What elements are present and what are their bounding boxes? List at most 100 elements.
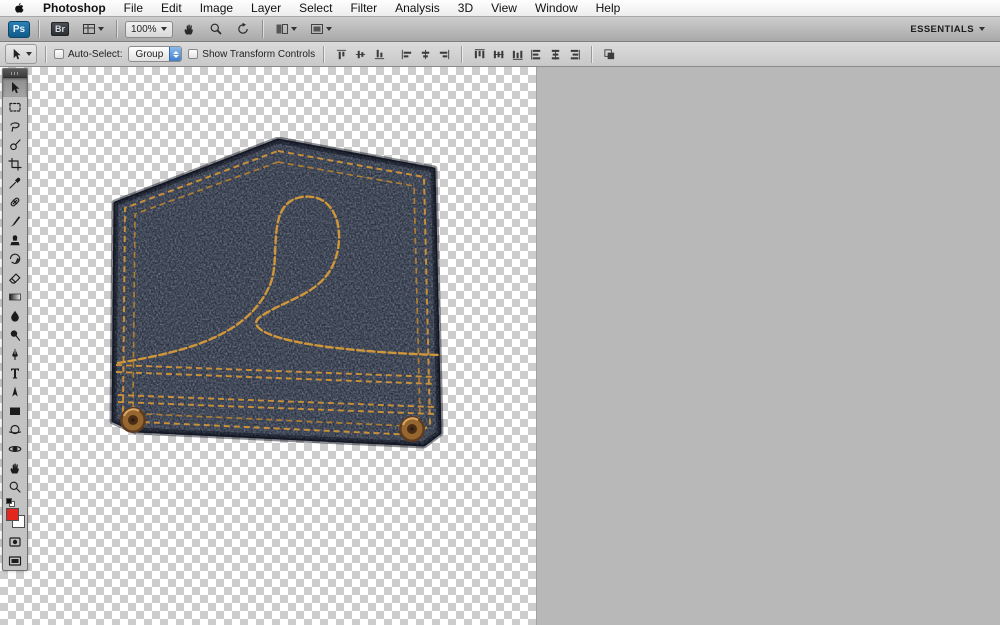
screen-mode-button[interactable] [306,20,336,38]
menu-photoshop[interactable]: Photoshop [34,0,115,17]
auto-align-layers-button[interactable] [600,45,618,63]
pen-tool[interactable] [3,344,27,363]
workspace-switcher-button[interactable]: ESSENTIALS [903,20,992,38]
history-brush-tool[interactable] [3,249,27,268]
zoom-tool[interactable] [3,477,27,496]
screen-mode-toggle-button[interactable] [3,551,27,570]
align-right-edges-button[interactable] [435,45,453,63]
distribute-vertical-centers-icon [492,48,505,61]
magnifier-icon [209,22,223,36]
dodge-tool[interactable] [3,325,27,344]
menu-analysis[interactable]: Analysis [386,0,449,17]
brush-icon [8,214,22,228]
apple-menu[interactable] [0,2,34,15]
menu-edit[interactable]: Edit [152,0,191,17]
brush-tool[interactable] [3,211,27,230]
show-transform-controls-checkbox[interactable] [188,49,198,59]
hand-icon [182,22,196,36]
distribute-vertical-centers-button[interactable] [489,45,507,63]
hand-tool[interactable] [3,458,27,477]
align-horizontal-centers-button[interactable] [416,45,434,63]
crop-tool[interactable] [3,154,27,173]
eyedropper-tool[interactable] [3,173,27,192]
menu-filter[interactable]: Filter [341,0,386,17]
crop-icon [8,157,22,171]
quick-mask-button[interactable] [3,532,27,551]
separator [323,46,324,63]
zoom-tool-button[interactable] [205,20,227,38]
foreground-color-swatch[interactable] [6,508,19,521]
distribute-left-edges-button[interactable] [527,45,545,63]
rectangle-tool[interactable] [3,401,27,420]
chevron-down-icon [291,27,297,31]
macos-menu-bar: Photoshop File Edit Image Layer Select F… [0,0,1000,17]
blur-drop-icon [8,309,22,323]
tool-preset-picker[interactable] [5,44,37,64]
align-buttons-group [332,45,453,63]
eraser-tool[interactable] [3,268,27,287]
distribute-top-edges-button[interactable] [470,45,488,63]
auto-select-mode-dropdown[interactable]: Group [128,46,182,62]
tools-panel [2,68,28,571]
show-transform-controls-control: Show Transform Controls [188,49,315,60]
path-selection-tool[interactable] [3,382,27,401]
lasso-icon [8,119,22,133]
align-left-edges-button[interactable] [397,45,415,63]
rectangle-icon [8,404,22,418]
distribute-horizontal-centers-button[interactable] [546,45,564,63]
rotate-view-button[interactable] [232,20,254,38]
menu-help[interactable]: Help [587,0,630,17]
distribute-bottom-edges-icon [511,48,524,61]
separator [116,20,117,38]
menu-file[interactable]: File [115,0,152,17]
menu-layer[interactable]: Layer [242,0,290,17]
3d-rotate-icon [8,423,22,437]
quick-mask-icon [8,535,22,549]
hand-tool-button[interactable] [178,20,200,38]
auto-select-checkbox[interactable] [54,49,64,59]
document-area [0,67,1000,625]
dropdown-stepper-icon [169,46,181,62]
canvas[interactable] [0,67,536,625]
clone-stamp-tool[interactable] [3,230,27,249]
menu-image[interactable]: Image [191,0,242,17]
denim-pocket-layer[interactable] [106,137,448,457]
move-tool[interactable] [3,78,27,97]
rectangular-marquee-tool[interactable] [3,97,27,116]
clone-stamp-icon [8,233,22,247]
tools-panel-header[interactable] [3,69,27,78]
launch-bridge-button[interactable]: Br [47,20,73,38]
spot-healing-brush-tool[interactable] [3,192,27,211]
3d-rotate-tool[interactable] [3,420,27,439]
zoom-level-control[interactable]: 100% [125,21,173,38]
healing-brush-icon [8,195,22,209]
align-right-edges-icon [438,48,451,61]
menu-window[interactable]: Window [526,0,587,17]
gradient-tool[interactable] [3,287,27,306]
chevron-down-icon [161,27,167,31]
chevron-down-icon [26,52,32,56]
bridge-icon: Br [51,22,69,36]
view-extras-icon [82,22,96,36]
horizontal-type-tool[interactable] [3,363,27,382]
distribute-buttons-group [470,45,583,63]
align-vertical-centers-button[interactable] [351,45,369,63]
gradient-icon [8,290,22,304]
align-bottom-edges-button[interactable] [370,45,388,63]
distribute-bottom-edges-button[interactable] [508,45,526,63]
lasso-tool[interactable] [3,116,27,135]
3d-orbit-tool[interactable] [3,439,27,458]
distribute-right-edges-button[interactable] [565,45,583,63]
blur-tool[interactable] [3,306,27,325]
color-wells [3,498,27,532]
view-extras-button[interactable] [78,20,108,38]
eraser-icon [8,271,22,285]
menu-view[interactable]: View [482,0,526,17]
align-top-edges-button[interactable] [332,45,350,63]
menu-3d[interactable]: 3D [449,0,482,17]
move-icon [8,81,22,95]
menu-select[interactable]: Select [290,0,341,17]
quick-selection-tool[interactable] [3,135,27,154]
default-colors-icon[interactable] [6,498,15,507]
arrange-documents-button[interactable] [271,20,301,38]
